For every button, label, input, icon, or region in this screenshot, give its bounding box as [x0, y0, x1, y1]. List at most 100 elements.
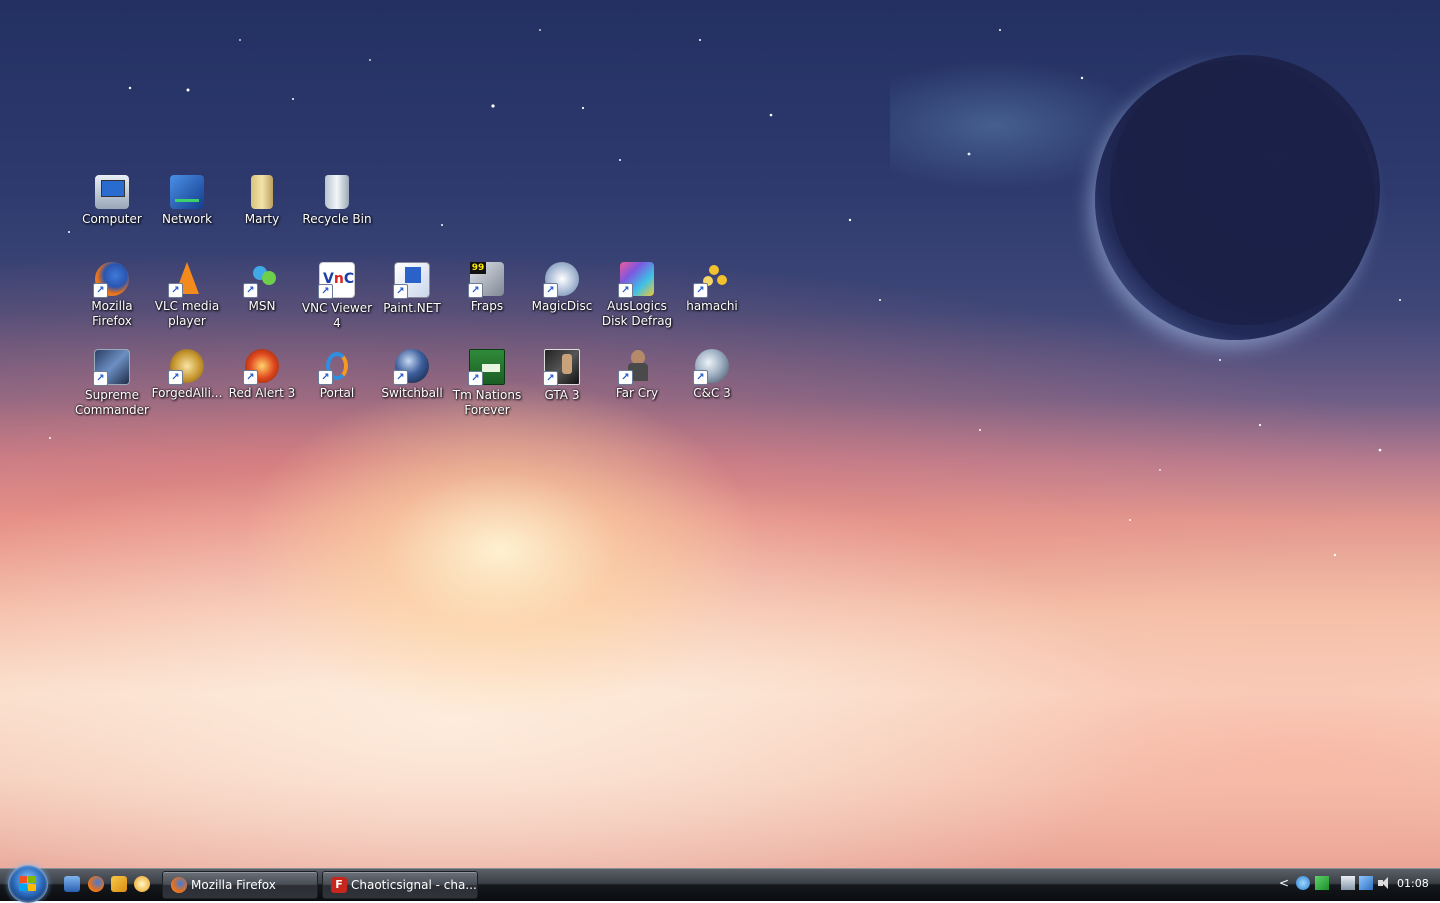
supreme-commander-icon: ↗ — [93, 349, 130, 386]
network-activity-icon[interactable] — [1315, 876, 1329, 890]
desktop-icon-fraps[interactable]: 99 ↗ Fraps — [449, 262, 525, 314]
vlc-icon: ↗ — [168, 262, 204, 298]
desktop-icon-switchball[interactable]: ↗ Switchball — [374, 349, 450, 401]
desktop-icon-marty[interactable]: Marty — [224, 175, 300, 227]
desktop-icon-forgedalliance[interactable]: ↗ ForgedAlli... — [149, 349, 225, 401]
desktop-icon-label: Marty — [244, 212, 280, 226]
media-player-icon[interactable] — [111, 876, 127, 892]
shortcut-arrow-icon: ↗ — [468, 283, 483, 298]
desktop-icon-tm-nations-forever[interactable]: ↗ Tm Nations Forever — [449, 349, 525, 418]
shortcut-arrow-icon: ↗ — [168, 370, 183, 385]
shortcut-arrow-icon: ↗ — [243, 283, 258, 298]
desktop-icon-label: Red Alert 3 — [228, 386, 296, 400]
disk-defrag-icon: ↗ — [618, 262, 654, 298]
filezilla-icon: F — [331, 877, 347, 893]
desktop-icon-red-alert-3[interactable]: ↗ Red Alert 3 — [224, 349, 300, 401]
desktop-icon-recycle-bin[interactable]: Recycle Bin — [299, 175, 375, 227]
desktop-icon-label: GTA 3 — [544, 388, 580, 402]
shortcut-arrow-icon: ↗ — [618, 283, 633, 298]
desktop-icon-label: VLC media player — [154, 299, 220, 328]
shortcut-arrow-icon: ↗ — [168, 283, 183, 298]
planet-shadow — [1110, 55, 1380, 325]
shortcut-arrow-icon: ↗ — [93, 283, 108, 298]
shortcut-arrow-icon: ↗ — [468, 371, 483, 386]
recycle-bin-icon — [325, 175, 349, 209]
red-alert-icon: ↗ — [243, 349, 279, 385]
desktop-icon-label: ForgedAlli... — [151, 386, 223, 400]
desktop-icon-label: Computer — [82, 212, 142, 226]
desktop-icon-hamachi[interactable]: ↗ hamachi — [674, 262, 750, 314]
device-icon[interactable] — [1341, 876, 1355, 890]
desktop-icon-label: Far Cry — [615, 386, 659, 400]
desktop-icon-label: Portal — [319, 386, 355, 400]
firefox-icon: ↗ — [93, 262, 129, 298]
vnc-icon: VnC ↗ — [318, 262, 355, 299]
taskbar-button-label: Chaoticsignal - cha... — [351, 878, 477, 892]
desktop-icon-computer[interactable]: Computer — [74, 175, 150, 227]
desktop-icon-auslogics-disk-defrag[interactable]: ↗ AusLogics Disk Defrag — [599, 262, 675, 329]
computer-icon — [95, 175, 129, 209]
taskbar-button-firefox[interactable]: Mozilla Firefox — [162, 871, 318, 899]
shortcut-arrow-icon: ↗ — [243, 370, 258, 385]
desktop-icon-cnc-3[interactable]: ↗ C&C 3 — [674, 349, 750, 401]
clock[interactable]: 01:08 — [1397, 876, 1429, 892]
desktop-icon-label: C&C 3 — [693, 386, 731, 400]
desktop-icon-label: Paint.NET — [383, 301, 441, 315]
desktop-icon-label: hamachi — [686, 299, 738, 313]
desktop-icon-msn[interactable]: ↗ MSN — [224, 262, 300, 314]
desktop-icon-far-cry[interactable]: ↗ Far Cry — [599, 349, 675, 401]
user-folder-icon — [251, 175, 273, 209]
show-hidden-icons-button[interactable]: < — [1279, 875, 1289, 891]
shortcut-arrow-icon: ↗ — [393, 370, 408, 385]
magicdisc-icon: ↗ — [543, 262, 579, 298]
switchball-icon: ↗ — [393, 349, 429, 385]
desktop-icon-label: Network — [161, 212, 213, 226]
shortcut-arrow-icon: ↗ — [693, 370, 708, 385]
forged-alliance-icon: ↗ — [168, 349, 204, 385]
gta-icon: ↗ — [543, 349, 580, 386]
desktop-icon-label: MagicDisc — [531, 299, 593, 313]
taskbar-button-filezilla[interactable]: F Chaoticsignal - cha... — [322, 871, 478, 899]
desktop-icon-label: MSN — [248, 299, 276, 313]
messenger-icon[interactable] — [134, 876, 150, 892]
firefox-icon — [171, 877, 187, 893]
desktop-icon-label: Tm Nations Forever — [452, 388, 522, 417]
shortcut-arrow-icon: ↗ — [393, 284, 408, 299]
shortcut-arrow-icon: ↗ — [318, 370, 333, 385]
start-button[interactable] — [8, 865, 48, 903]
desktop-icon-supreme-commander[interactable]: ↗ Supreme Commander — [74, 349, 150, 418]
volume-icon[interactable] — [1377, 876, 1391, 890]
desktop-icon-label: Supreme Commander — [75, 388, 149, 417]
far-cry-icon: ↗ — [618, 349, 654, 385]
user-status-icon[interactable] — [1296, 876, 1310, 890]
tm-nations-icon: ↗ — [468, 349, 505, 386]
hamachi-icon: ↗ — [693, 262, 729, 298]
shortcut-arrow-icon: ↗ — [543, 283, 558, 298]
shortcut-arrow-icon: ↗ — [93, 371, 108, 386]
desktop-icon-network[interactable]: Network — [149, 175, 225, 227]
portal-icon: ↗ — [318, 349, 354, 385]
desktop-icon-magicdisc[interactable]: ↗ MagicDisc — [524, 262, 600, 314]
desktop-icon-gta-3[interactable]: ↗ GTA 3 — [524, 349, 600, 403]
fraps-icon: 99 ↗ — [468, 262, 504, 298]
shortcut-arrow-icon: ↗ — [618, 370, 633, 385]
shortcut-arrow-icon: ↗ — [318, 284, 333, 299]
windows-logo-icon — [19, 876, 37, 892]
network-icon[interactable] — [1359, 876, 1373, 890]
nebula — [890, 60, 1150, 190]
cnc-icon: ↗ — [693, 349, 729, 385]
paint-net-icon: ↗ — [393, 262, 430, 299]
desktop-icon-portal[interactable]: ↗ Portal — [299, 349, 375, 401]
show-desktop-icon[interactable] — [64, 876, 80, 892]
desktop-background: Computer Network Marty Recycle Bin ↗ Moz… — [0, 0, 1440, 868]
desktop-icon-label: Switchball — [381, 386, 443, 400]
desktop-icon-label: Fraps — [470, 299, 504, 313]
desktop-icon-paint-net[interactable]: ↗ Paint.NET — [374, 262, 450, 316]
desktop-icon-vlc[interactable]: ↗ VLC media player — [149, 262, 225, 329]
shortcut-arrow-icon: ↗ — [693, 283, 708, 298]
desktop-icon-mozilla-firefox[interactable]: ↗ Mozilla Firefox — [74, 262, 150, 329]
desktop-icon-label: AusLogics Disk Defrag — [601, 299, 673, 328]
network-icon — [170, 175, 204, 209]
desktop-icon-vnc-viewer[interactable]: VnC ↗ VNC Viewer 4 — [299, 262, 375, 331]
firefox-icon[interactable] — [88, 876, 104, 892]
